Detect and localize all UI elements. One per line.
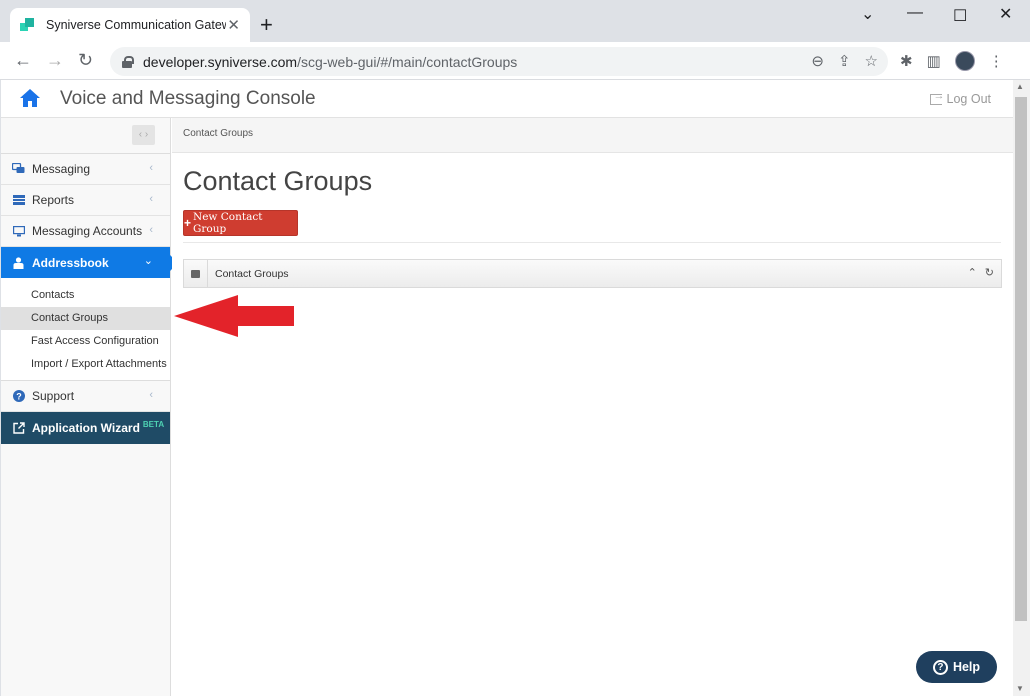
forward-icon[interactable]: → <box>46 50 64 71</box>
plus-icon: + <box>184 216 192 230</box>
chevron-left-icon: ‹ <box>149 389 153 401</box>
close-window-icon[interactable]: ✕ <box>999 4 1012 24</box>
chevron-left-icon: ‹ <box>149 193 153 205</box>
widget-table-icon <box>184 260 208 287</box>
question-circle-icon: ? <box>12 390 25 402</box>
new-contact-group-label: New Contact Group <box>193 211 263 235</box>
new-tab-button[interactable]: + <box>260 12 273 38</box>
side-panel-icon[interactable]: ▥ <box>927 52 941 70</box>
app-title: Voice and Messaging Console <box>60 88 316 109</box>
url-path: /scg-web-gui/#/main/contactGroups <box>297 53 518 70</box>
logout-icon <box>929 90 945 105</box>
sidebar-item-label: Support <box>32 389 75 403</box>
extensions-puzzle-icon[interactable]: ✱ <box>900 52 913 70</box>
sidebar-item-reports[interactable]: Reports ‹ <box>1 185 170 216</box>
chevron-down-icon: ⌄ <box>143 255 153 267</box>
zoom-icon[interactable]: ⊖ <box>811 52 824 70</box>
chat-bubbles-icon <box>12 163 25 175</box>
sidebar-collapse-button[interactable]: ‹ › <box>132 125 155 145</box>
tab-search-chevron-icon[interactable]: ⌄ <box>861 4 874 24</box>
browser-menu-icon[interactable]: ⋮ <box>989 52 1004 70</box>
reports-list-icon <box>12 194 25 206</box>
refresh-icon[interactable]: ↻ <box>985 266 994 279</box>
home-icon[interactable] <box>19 88 41 108</box>
browser-tab[interactable]: Syniverse Communication Gatew ✕ <box>10 8 250 42</box>
breadcrumb[interactable]: Contact Groups <box>172 118 1013 153</box>
sidebar-item-messaging-accounts[interactable]: Messaging Accounts ‹ <box>1 216 170 247</box>
tab-title: Syniverse Communication Gatew <box>46 18 226 32</box>
logout-label: Log Out <box>946 92 991 106</box>
bookmark-star-icon[interactable]: ☆ <box>865 52 878 70</box>
submenu-item-fast-access-configuration[interactable]: Fast Access Configuration <box>1 330 170 353</box>
scrollbar-thumb[interactable] <box>1015 97 1027 621</box>
beta-badge: BETA <box>142 419 165 429</box>
sidebar-item-label: Messaging Accounts <box>32 224 143 238</box>
scroll-up-icon[interactable]: ▲ <box>1016 82 1024 91</box>
new-contact-group-button[interactable]: + New Contact Group <box>183 210 298 236</box>
logout-link[interactable]: Log Out <box>929 90 991 106</box>
sidebar: ‹ › Messaging ‹ Reports ‹ Messaging Acco… <box>1 118 178 696</box>
help-question-icon: ? <box>932 659 948 675</box>
profile-avatar[interactable] <box>954 51 975 71</box>
widget-title: Contact Groups <box>215 268 289 280</box>
red-annotation-arrow-icon <box>174 295 294 337</box>
chevron-left-icon: ‹ <box>149 224 153 236</box>
submenu-item-import-export-attachments[interactable]: Import / Export Attachments <box>1 353 170 376</box>
sidebar-item-label: Messaging <box>32 162 91 176</box>
chevron-left-icon: ‹ <box>149 162 153 174</box>
sidebar-item-label: Addressbook <box>32 255 109 270</box>
app-window: Voice and Messaging Console Log Out ‹ › … <box>1 80 1013 696</box>
divider <box>183 242 1001 243</box>
app-header: Voice and Messaging Console Log Out <box>1 80 1013 118</box>
addressbook-submenu: Contacts Contact Groups Fast Access Conf… <box>1 278 170 381</box>
wizard-label: Application Wizard <box>32 421 140 435</box>
url-host: developer.syniverse.com <box>143 53 298 70</box>
addressbook-person-icon <box>12 256 25 269</box>
collapse-chevron-up-icon[interactable]: ⌃ <box>968 266 977 279</box>
lock-icon[interactable] <box>122 55 134 68</box>
syniverse-favicon-icon <box>20 17 36 33</box>
submenu-item-contact-groups[interactable]: Contact Groups <box>1 307 170 330</box>
monitor-icon <box>12 225 25 237</box>
submenu-item-contacts[interactable]: Contacts <box>1 284 170 307</box>
tab-close-icon[interactable]: ✕ <box>227 16 240 34</box>
reload-icon[interactable]: ↻ <box>78 50 93 71</box>
sidebar-collapse-bar: ‹ › <box>1 118 170 154</box>
minimize-icon[interactable]: — <box>907 4 923 22</box>
sidebar-item-label: Reports <box>32 193 75 207</box>
sidebar-item-messaging[interactable]: Messaging ‹ <box>1 154 170 185</box>
main-content: Contact Groups Contact Groups + New Cont… <box>172 118 1013 696</box>
help-label: Help <box>952 660 981 674</box>
back-icon[interactable]: ← <box>14 50 32 71</box>
sidebar-item-support[interactable]: ? Support ‹ <box>1 381 170 412</box>
scroll-down-icon[interactable]: ▼ <box>1016 684 1024 693</box>
help-button[interactable]: ? Help <box>916 651 997 683</box>
sidebar-item-addressbook[interactable]: Addressbook ⌄ <box>1 247 178 278</box>
svg-text:?: ? <box>16 391 22 401</box>
browser-tab-bar: Syniverse Communication Gatew ✕ + ⌄ — ☐ … <box>0 0 1030 42</box>
browser-toolbar: ← → ↻ developer.syniverse.com/scg-web-gu… <box>0 42 1030 80</box>
address-bar[interactable]: developer.syniverse.com/scg-web-gui/#/ma… <box>110 47 888 76</box>
maximize-icon[interactable]: ☐ <box>953 6 967 26</box>
sidebar-item-application-wizard[interactable]: Application Wizard BETA <box>1 412 170 444</box>
share-icon[interactable]: ⇪ <box>838 52 851 70</box>
external-link-icon <box>12 422 25 434</box>
contact-groups-widget: Contact Groups ⌃ ↻ <box>183 259 1002 288</box>
page-title: Contact Groups <box>183 166 373 196</box>
